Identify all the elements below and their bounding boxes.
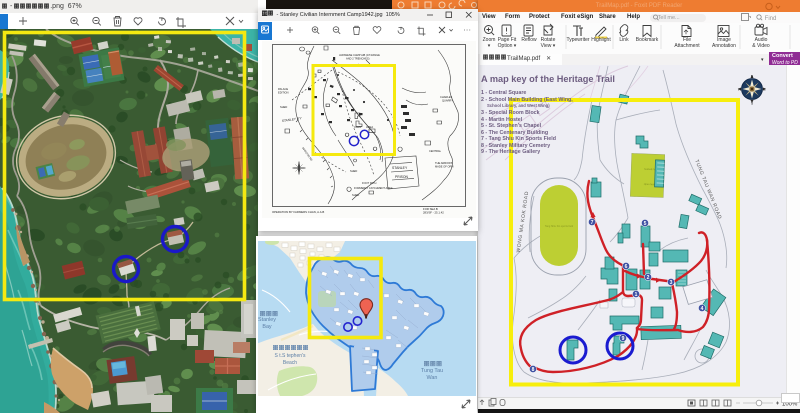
svg-text:8: 8 bbox=[532, 367, 535, 373]
svg-text:CHARLES: CHARLES bbox=[440, 95, 453, 99]
svg-text:PALACE: PALACE bbox=[278, 87, 288, 91]
svg-text:CAMP: CAMP bbox=[354, 125, 362, 129]
svg-text:PRISON: PRISON bbox=[395, 175, 409, 179]
svg-text:6: 6 bbox=[625, 264, 628, 270]
svg-text:1 - Central Square: 1 - Central Square bbox=[481, 90, 526, 96]
svg-text:School Library, and West Wing): School Library, and West Wing) bbox=[487, 103, 550, 108]
svg-text:SHED: SHED bbox=[280, 105, 287, 109]
svg-text:Wan: Wan bbox=[427, 375, 438, 381]
svg-text:283/SF - 25.1.42: 283/SF - 25.1.42 bbox=[423, 211, 444, 215]
svg-text:5 - St. Stephen's Chapel: 5 - St. Stephen's Chapel bbox=[481, 123, 542, 129]
svg-text:Attachment: Attachment bbox=[674, 43, 700, 49]
svg-text:A map key of the Heritage Trai: A map key of the Heritage Trail bbox=[481, 74, 615, 84]
svg-text:FOOT PATH: FOOT PATH bbox=[362, 181, 377, 185]
svg-text:Beach: Beach bbox=[283, 360, 297, 366]
svg-text:AND 2 TRENCHES): AND 2 TRENCHES) bbox=[346, 57, 370, 61]
svg-text:STANLEY: STANLEY bbox=[392, 166, 408, 170]
svg-text:EDITION: EDITION bbox=[278, 91, 289, 95]
svg-text:Bay: Bay bbox=[262, 324, 272, 330]
svg-text:Bookmark: Bookmark bbox=[636, 37, 659, 43]
svg-text:1: 1 bbox=[635, 292, 638, 298]
svg-text:Tung Tau: Tung Tau bbox=[421, 368, 443, 374]
svg-text:Option ▾: Option ▾ bbox=[498, 43, 517, 49]
svg-text:Typewriter: Typewriter bbox=[566, 37, 589, 43]
svg-text:AREA: AREA bbox=[366, 125, 373, 129]
svg-text:S t.S tephen's: S t.S tephen's bbox=[275, 353, 306, 359]
svg-text:QUARRY: QUARRY bbox=[442, 99, 453, 103]
svg-text:FORMERLY CATCHMENT AREA: FORMERLY CATCHMENT AREA bbox=[354, 186, 393, 190]
svg-text:JAPANESE CAMP A/B (AT RANGE: JAPANESE CAMP A/B (AT RANGE bbox=[339, 53, 380, 57]
svg-text:Link: Link bbox=[619, 37, 629, 43]
svg-text:2: 2 bbox=[647, 275, 650, 281]
svg-text:& Video: & Video bbox=[752, 43, 770, 49]
svg-text:CENTRAL: CENTRAL bbox=[429, 149, 442, 153]
svg-text:Open field: Open field bbox=[644, 183, 656, 186]
svg-text:7: 7 bbox=[591, 220, 594, 226]
svg-text:View ▾: View ▾ bbox=[541, 43, 556, 49]
svg-text:4: 4 bbox=[701, 306, 704, 312]
svg-text:3: 3 bbox=[670, 280, 673, 286]
svg-text:9 - The Heritage Gallery: 9 - The Heritage Gallery bbox=[481, 149, 540, 155]
svg-text:Tang Shiu Kin sports field: Tang Shiu Kin sports field bbox=[545, 225, 574, 228]
svg-text:▾: ▾ bbox=[488, 43, 491, 49]
svg-text:THE ARROWS: THE ARROWS bbox=[435, 161, 453, 165]
svg-text:7 - Tang Shiu Kin Sports Field: 7 - Tang Shiu Kin Sports Field bbox=[481, 136, 556, 142]
svg-text:OPERATION BY FARMERS CHAN, A: OPERATION BY FARMERS CHAN, A.A.B bbox=[272, 210, 324, 214]
svg-text:3 - Special Room Block: 3 - Special Room Block bbox=[481, 110, 540, 116]
svg-text:MADE OF OPM: MADE OF OPM bbox=[435, 165, 453, 169]
svg-text:Highlight: Highlight bbox=[591, 37, 611, 43]
svg-text:9: 9 bbox=[622, 336, 625, 342]
svg-text:SHED: SHED bbox=[352, 193, 359, 197]
svg-text:5: 5 bbox=[644, 221, 647, 227]
svg-text:Stanley: Stanley bbox=[258, 317, 276, 323]
svg-text:SHED: SHED bbox=[350, 169, 357, 173]
svg-text:Reflow: Reflow bbox=[521, 37, 537, 43]
svg-text:Annotation: Annotation bbox=[712, 43, 736, 49]
